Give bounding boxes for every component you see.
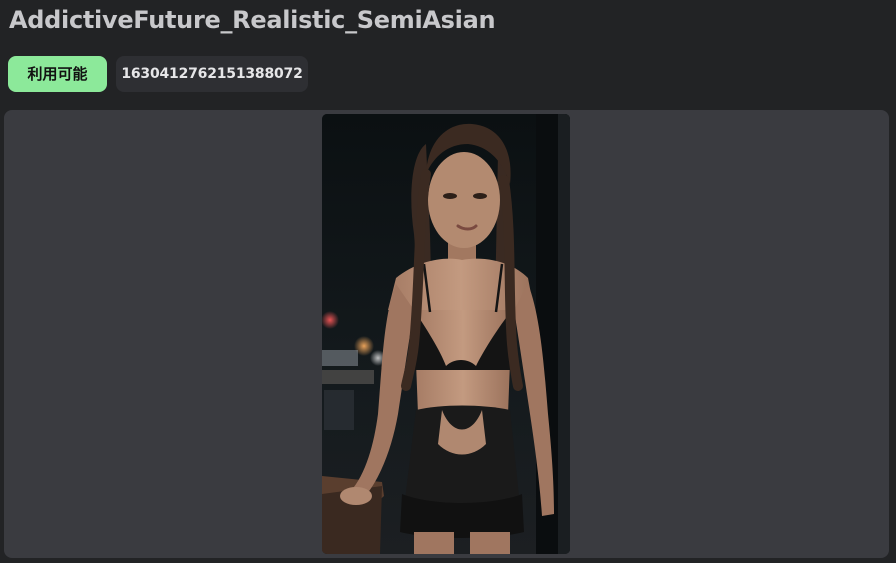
photo-image bbox=[322, 114, 570, 554]
image-preview-panel bbox=[4, 110, 889, 558]
page-title: AddictiveFuture_Realistic_SemiAsian bbox=[9, 6, 496, 34]
model-id-badge: 1630412762151388072 bbox=[116, 56, 308, 92]
preview-photo[interactable] bbox=[322, 114, 570, 554]
status-badge[interactable]: 利用可能 bbox=[8, 56, 107, 92]
